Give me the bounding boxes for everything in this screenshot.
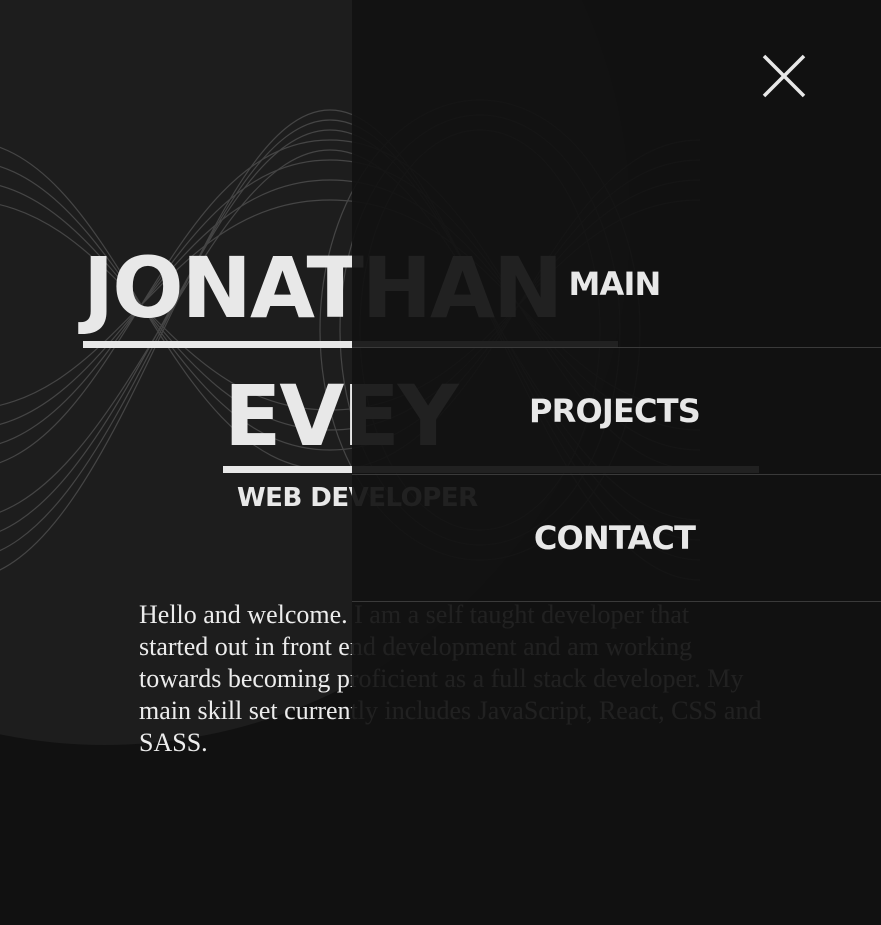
page: JONATHAN EVEY WEB DEVELOPER Hello and we… xyxy=(0,0,881,925)
nav-link-projects[interactable]: PROJECTS xyxy=(529,392,701,430)
nav-menu: MAIN PROJECTS CONTACT xyxy=(352,220,881,602)
close-x-icon xyxy=(762,54,806,98)
nav-link-contact[interactable]: CONTACT xyxy=(534,519,696,557)
nav-link-main[interactable]: MAIN xyxy=(568,265,661,303)
nav-item-contact[interactable]: CONTACT xyxy=(352,475,881,602)
close-menu-button[interactable] xyxy=(758,51,810,103)
nav-item-projects[interactable]: PROJECTS xyxy=(352,348,881,475)
nav-item-main[interactable]: MAIN xyxy=(352,220,881,348)
